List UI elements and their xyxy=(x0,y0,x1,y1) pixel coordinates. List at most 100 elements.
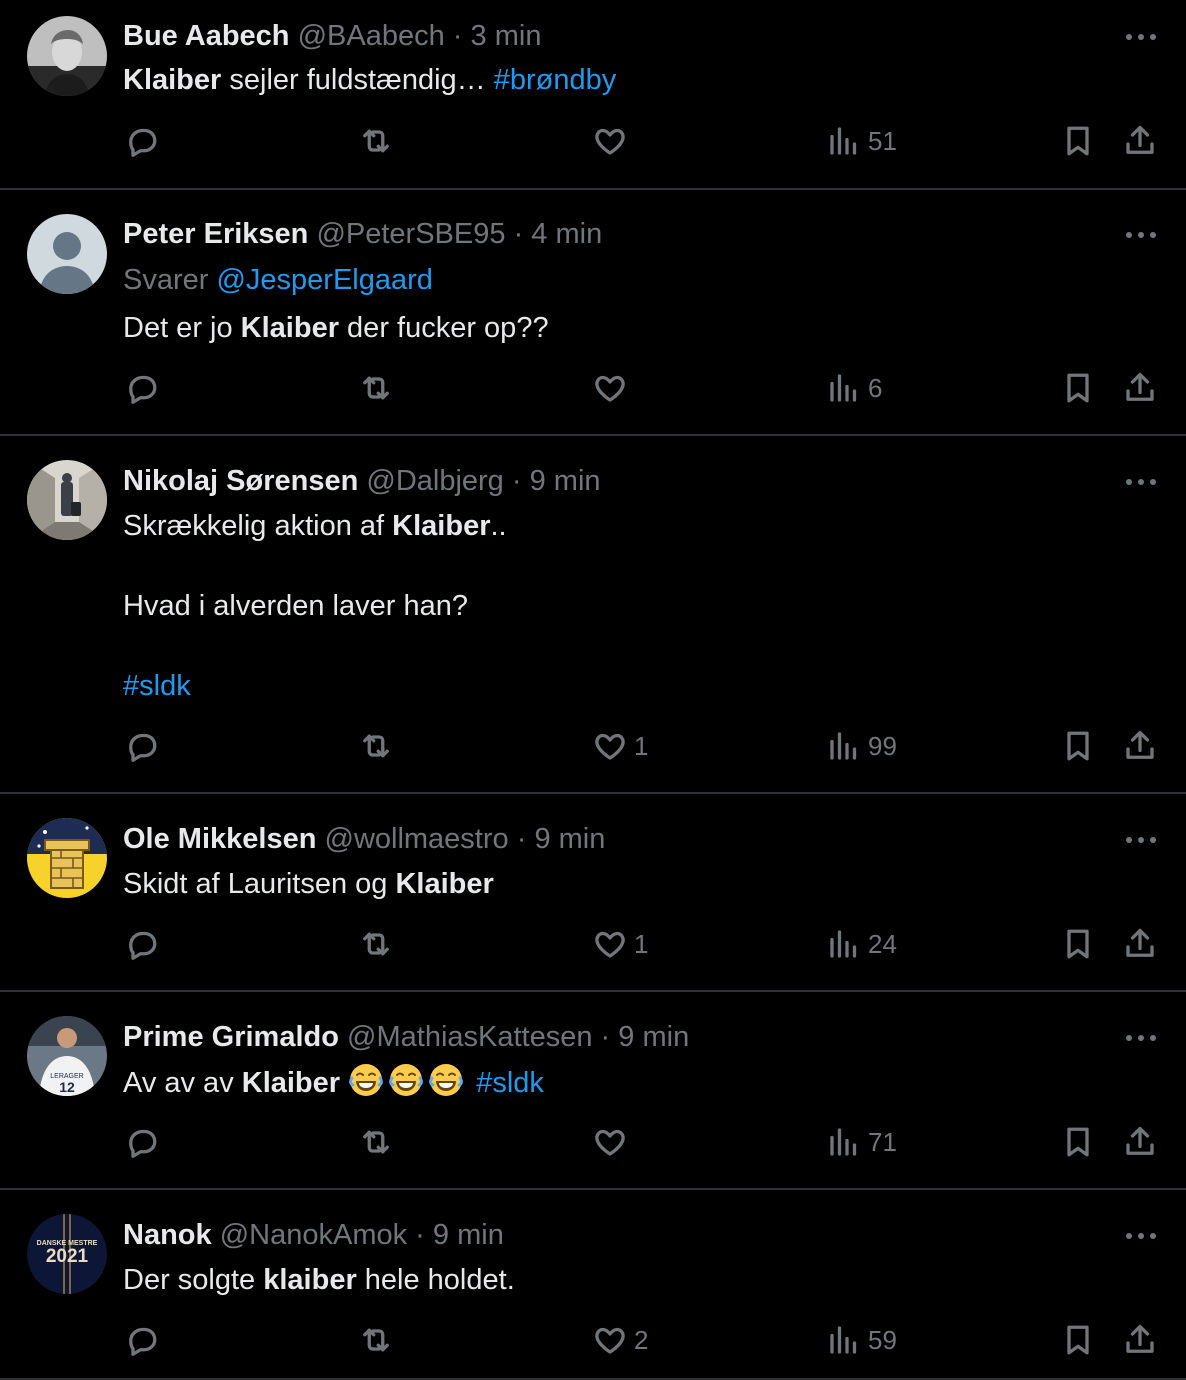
tweet[interactable]: Peter Eriksen @PeterSBE95 · 4 min Svarer … xyxy=(0,190,1186,436)
timestamp[interactable]: 9 min xyxy=(433,1219,504,1251)
separator-dot: · xyxy=(513,218,524,250)
retweet-icon xyxy=(363,932,389,956)
avatar[interactable]: DANSKE MESTRE 2021 xyxy=(27,1214,107,1294)
tweet-header: Prime Grimaldo @MathiasKattesen · 9 min xyxy=(123,1019,689,1055)
bookmark-button[interactable] xyxy=(1060,123,1096,159)
share-button[interactable] xyxy=(1122,926,1158,962)
bookmark-button[interactable] xyxy=(1060,370,1096,406)
views-button[interactable]: 71 xyxy=(826,1124,897,1160)
tweet[interactable]: Ole Mikkelsen @wollmaestro · 9 min Skidt … xyxy=(0,794,1186,992)
reply-button[interactable] xyxy=(124,123,160,159)
separator-dot: · xyxy=(516,823,527,855)
bookmark-button[interactable] xyxy=(1060,728,1096,764)
view-count: 99 xyxy=(868,730,897,761)
retweet-button[interactable] xyxy=(358,123,394,159)
reply-button[interactable] xyxy=(124,1124,160,1160)
reply-icon xyxy=(129,1327,157,1356)
reply-button[interactable] xyxy=(124,926,160,962)
avatar[interactable] xyxy=(27,460,107,540)
bookmark-icon xyxy=(1067,929,1089,959)
view-count: 6 xyxy=(868,372,883,403)
views-button[interactable]: 51 xyxy=(826,123,897,159)
share-icon xyxy=(1126,730,1154,759)
heart-icon xyxy=(595,733,625,760)
user-handle[interactable]: @NanokAmok xyxy=(220,1219,407,1251)
share-icon xyxy=(1126,372,1154,401)
timestamp[interactable]: 3 min xyxy=(471,20,542,52)
display-name[interactable]: Bue Aabech xyxy=(123,20,290,52)
like-button[interactable]: 1 xyxy=(592,728,648,764)
share-button[interactable] xyxy=(1122,728,1158,764)
display-name[interactable]: Ole Mikkelsen xyxy=(123,823,316,855)
tweet[interactable]: LERAGER 12 Prime Grimaldo @MathiasKattesen… xyxy=(0,992,1186,1190)
avatar[interactable] xyxy=(27,16,107,96)
views-button[interactable]: 24 xyxy=(826,926,897,962)
share-button[interactable] xyxy=(1122,1322,1158,1358)
tweet-header: Peter Eriksen @PeterSBE95 · 4 min xyxy=(123,216,602,252)
like-button[interactable]: 1 xyxy=(592,926,648,962)
more-options-icon[interactable] xyxy=(1126,230,1156,240)
user-handle[interactable]: @Dalbjerg xyxy=(366,465,503,497)
tweet-actions: 1 99 xyxy=(0,728,1186,772)
tweet[interactable]: DANSKE MESTRE 2021 Nanok @NanokAmok · 9 mi… xyxy=(0,1190,1186,1380)
user-handle[interactable]: @wollmaestro xyxy=(325,823,509,855)
user-handle[interactable]: @BAabech xyxy=(298,20,445,52)
tweet[interactable]: Bue Aabech @BAabech · 3 min Klaiber sejle… xyxy=(0,0,1186,190)
like-button[interactable]: 2 xyxy=(592,1322,648,1358)
tweet[interactable]: Nikolaj Sørensen @Dalbjerg · 9 min Skrækk… xyxy=(0,436,1186,794)
tweet-actions: 1 24 xyxy=(0,926,1186,970)
hashtag-link[interactable]: #sldk xyxy=(476,1067,544,1099)
avatar[interactable] xyxy=(27,214,107,294)
more-options-icon[interactable] xyxy=(1126,477,1156,487)
like-button[interactable] xyxy=(592,370,634,406)
view-count: 24 xyxy=(868,928,897,959)
more-options-icon[interactable] xyxy=(1126,835,1156,845)
tweet-header: Nanok @NanokAmok · 9 min xyxy=(123,1217,504,1253)
views-button[interactable]: 99 xyxy=(826,728,897,764)
reply-mention-link[interactable]: @JesperElgaard xyxy=(216,264,432,296)
bookmark-button[interactable] xyxy=(1060,926,1096,962)
bookmark-button[interactable] xyxy=(1060,1124,1096,1160)
text-segment: Hvad i alverden laver han? xyxy=(123,590,468,622)
timestamp[interactable]: 4 min xyxy=(531,218,602,250)
timestamp[interactable]: 9 min xyxy=(530,465,601,497)
highlighted-keyword: Klaiber xyxy=(123,64,222,96)
retweet-button[interactable] xyxy=(358,1322,394,1358)
hashtag-link[interactable]: #sldk xyxy=(123,670,191,702)
reply-button[interactable] xyxy=(124,370,160,406)
views-icon xyxy=(830,930,857,958)
avatar[interactable] xyxy=(27,818,107,898)
display-name[interactable]: Nikolaj Sørensen xyxy=(123,465,358,497)
more-options-icon[interactable] xyxy=(1126,1231,1156,1241)
tweet-actions: 6 xyxy=(0,370,1186,414)
like-button[interactable] xyxy=(592,1124,634,1160)
more-options-icon[interactable] xyxy=(1126,32,1156,42)
user-handle[interactable]: @MathiasKattesen xyxy=(347,1021,592,1053)
separator-dot: · xyxy=(415,1219,425,1251)
tweet-feed: Bue Aabech @BAabech · 3 min Klaiber sejle… xyxy=(0,0,1186,1380)
display-name[interactable]: Prime Grimaldo xyxy=(123,1021,339,1053)
avatar[interactable]: LERAGER 12 xyxy=(27,1016,107,1096)
like-button[interactable] xyxy=(592,123,634,159)
more-options-icon[interactable] xyxy=(1126,1033,1156,1043)
reply-button[interactable] xyxy=(124,728,160,764)
share-button[interactable] xyxy=(1122,123,1158,159)
views-button[interactable]: 59 xyxy=(826,1322,897,1358)
display-name[interactable]: Peter Eriksen xyxy=(123,218,308,250)
timestamp[interactable]: 9 min xyxy=(534,823,605,855)
text-segment: sejler fuldstændig… xyxy=(221,64,494,96)
user-handle[interactable]: @PeterSBE95 xyxy=(316,218,505,250)
retweet-button[interactable] xyxy=(358,926,394,962)
heart-icon xyxy=(595,931,625,958)
share-button[interactable] xyxy=(1122,370,1158,406)
retweet-button[interactable] xyxy=(358,370,394,406)
hashtag-link[interactable]: #brøndby xyxy=(494,64,617,96)
timestamp[interactable]: 9 min xyxy=(618,1021,689,1053)
retweet-button[interactable] xyxy=(358,1124,394,1160)
retweet-button[interactable] xyxy=(358,728,394,764)
bookmark-button[interactable] xyxy=(1060,1322,1096,1358)
views-button[interactable]: 6 xyxy=(826,370,882,406)
display-name[interactable]: Nanok xyxy=(123,1219,212,1251)
reply-button[interactable] xyxy=(124,1322,160,1358)
share-button[interactable] xyxy=(1122,1124,1158,1160)
